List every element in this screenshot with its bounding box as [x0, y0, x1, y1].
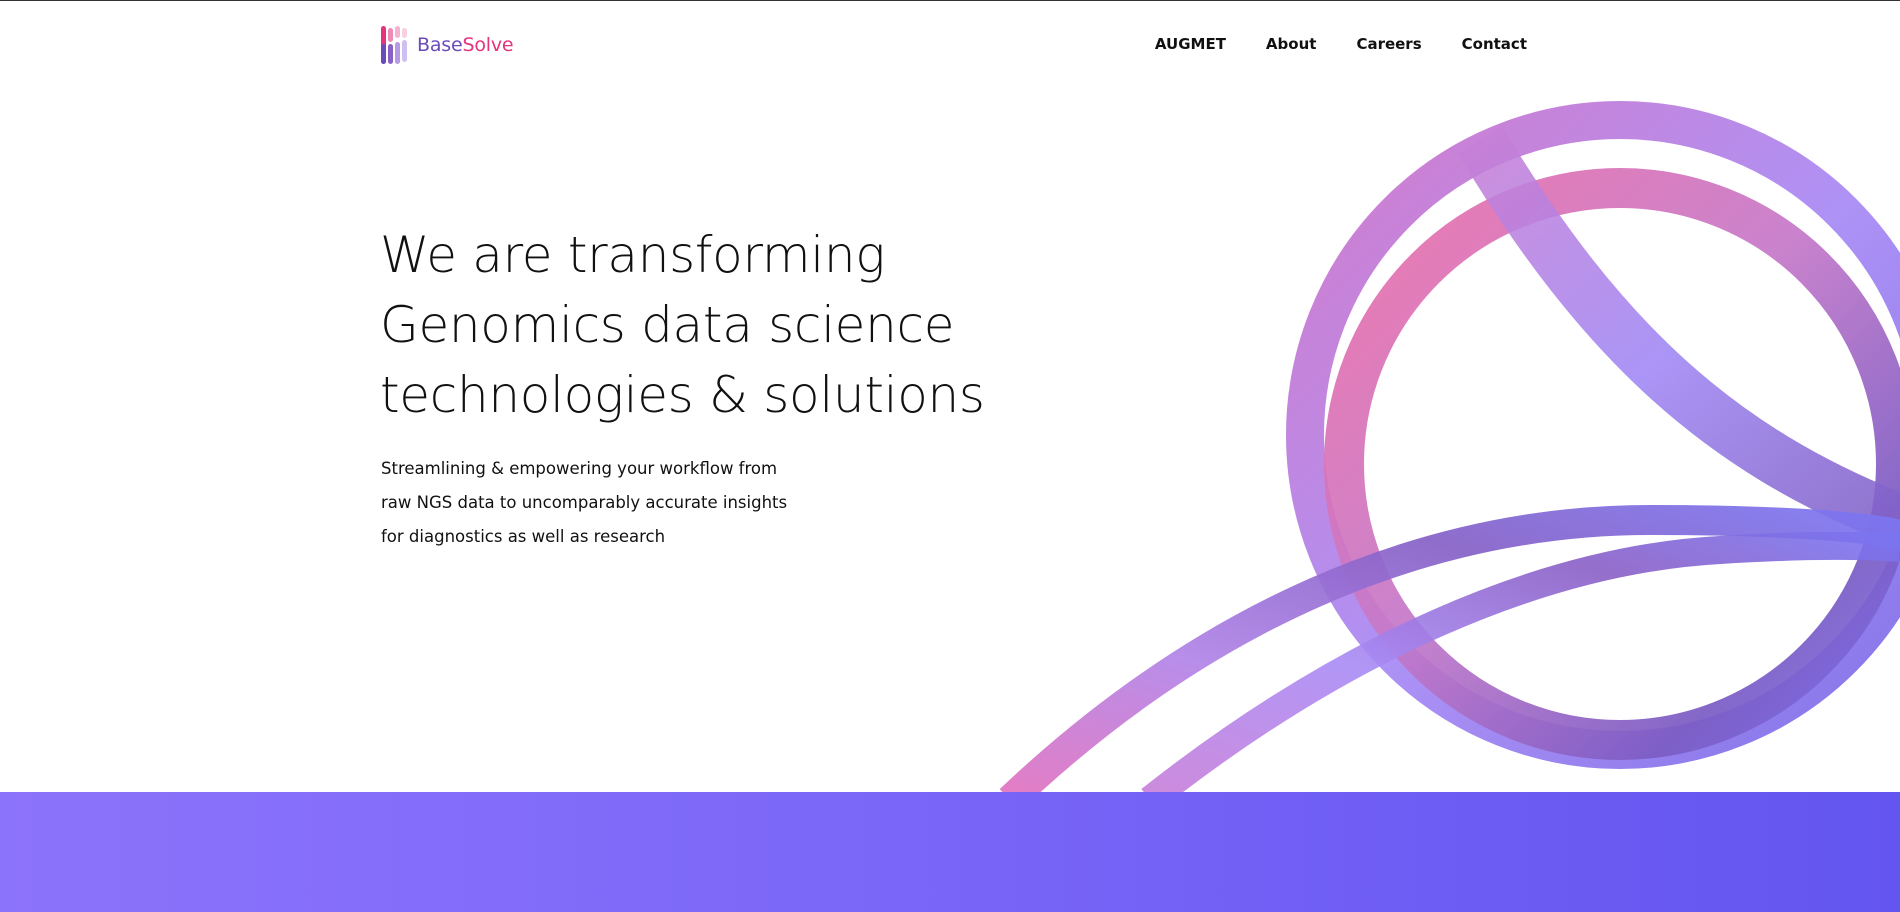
main-nav: AUGMET About Careers Contact	[1155, 34, 1527, 54]
hero-title-line-2: Genomics data science	[380, 296, 955, 354]
hero-title-line-3: technologies & solutions	[380, 366, 985, 424]
nav-link-careers[interactable]: Careers	[1356, 34, 1421, 54]
basesolve-logo-icon	[381, 26, 407, 64]
diagonal-band	[1457, 126, 1900, 545]
landing-page: BaseSolve AUGMET About Careers Contact W…	[0, 0, 1900, 912]
nav-link-about[interactable]: About	[1266, 34, 1317, 54]
sweep-arc-2	[1141, 531, 1900, 792]
sweep-arc-1	[999, 504, 1900, 792]
brand-name-solve: Solve	[462, 34, 514, 56]
brand-name: BaseSolve	[417, 34, 514, 56]
outer-ring	[1286, 101, 1900, 769]
hero-subtitle-line-2: raw NGS data to uncomparably accurate in…	[381, 493, 788, 512]
hero-subtitle-line-3: for diagnostics as well as research	[381, 527, 666, 546]
brand-logo-link[interactable]: BaseSolve	[381, 24, 514, 66]
top-border	[0, 0, 1900, 1]
nav-link-contact[interactable]: Contact	[1462, 34, 1527, 54]
nav-link-augmet[interactable]: AUGMET	[1155, 34, 1226, 54]
hero-subtitle: Streamlining & empowering your workflow …	[381, 452, 787, 554]
hero-title-line-1: We are transforming	[380, 226, 885, 284]
brand-name-base: Base	[417, 34, 463, 56]
inner-ring	[1324, 168, 1900, 760]
hero-subtitle-line-1: Streamlining & empowering your workflow …	[381, 459, 778, 478]
hero-title: We are transforming Genomics data scienc…	[380, 220, 1100, 430]
bottom-gradient-band	[0, 792, 1900, 912]
